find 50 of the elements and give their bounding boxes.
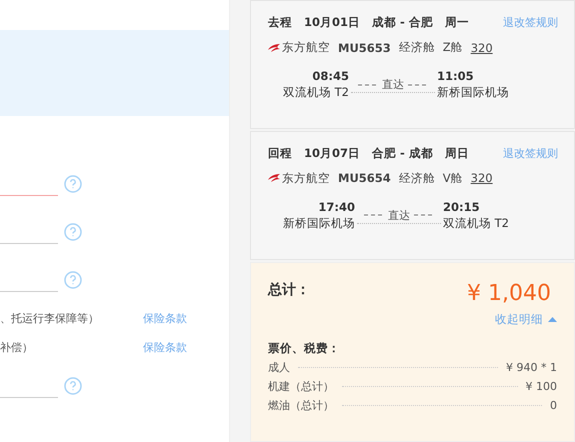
departure-time: 17:40: [317, 200, 355, 216]
cabin-code: Z舱: [442, 40, 463, 55]
flight-weekday: 周日: [444, 146, 469, 161]
help-icon[interactable]: [64, 271, 82, 289]
arrival-time: 11:05: [437, 69, 475, 85]
flight-number: MU5654: [338, 171, 391, 186]
arrival-time: 20:15: [443, 200, 481, 216]
help-icon[interactable]: [64, 175, 82, 193]
total-price: ¥ 1,040: [467, 280, 551, 306]
flight-date: 10月01日: [304, 15, 360, 30]
refund-rules-link[interactable]: 退改签规则: [503, 146, 558, 161]
departure-airport: 双流机场 T2: [283, 85, 349, 101]
arrival-airport: 新桥国际机场: [437, 85, 509, 101]
fee-value: 0: [550, 398, 557, 412]
help-icon[interactable]: [64, 223, 82, 241]
cabin-class: 经济舱: [398, 170, 435, 186]
direct-flight-connector: 直达: [357, 208, 441, 224]
collapse-details-link[interactable]: 收起明细: [495, 312, 557, 327]
aircraft-link[interactable]: 320: [470, 40, 493, 54]
insurance-terms-link[interactable]: 保险条款: [143, 340, 187, 355]
insurance-description: 补偿）: [0, 340, 33, 355]
refund-rules-link[interactable]: 退改签规则: [503, 15, 558, 30]
aircraft-link[interactable]: 320: [470, 171, 493, 186]
airline-name: 东方航空: [282, 170, 330, 186]
fee-value: ¥ 100: [526, 380, 557, 393]
trip-direction: 回程: [268, 146, 292, 161]
flight-date: 10月07日: [304, 146, 360, 161]
departure-airport: 新桥国际机场: [283, 216, 355, 232]
help-icon[interactable]: [64, 377, 82, 395]
airline-logo-icon: [268, 173, 280, 184]
fee-value: ¥ 940 * 1: [506, 360, 557, 374]
flight-route: 成都 - 合肥: [372, 15, 433, 30]
flight-route: 合肥 - 成都: [372, 146, 433, 161]
direct-flight-connector: 直达: [351, 77, 435, 93]
cabin-code: V舱: [442, 170, 463, 186]
flight-number: MU5653: [338, 40, 391, 54]
fee-label: 机建（总计）: [268, 378, 334, 394]
insurance-description: 、托运行李保障等）: [0, 311, 99, 326]
airline-name: 东方航空: [282, 40, 330, 55]
insurance-terms-link[interactable]: 保险条款: [143, 311, 187, 326]
fare-section-title: 票价、税费：: [268, 340, 341, 356]
trip-direction: 去程: [268, 15, 292, 30]
fee-label: 燃油（总计）: [268, 398, 334, 413]
flight-weekday: 周一: [444, 15, 469, 30]
total-label: 总计：: [268, 280, 310, 299]
fee-label: 成人: [268, 360, 290, 375]
departure-time: 08:45: [311, 69, 349, 85]
airline-logo-icon: [268, 42, 280, 52]
cabin-class: 经济舱: [398, 40, 435, 55]
arrival-airport: 双流机场 T2: [443, 216, 509, 232]
